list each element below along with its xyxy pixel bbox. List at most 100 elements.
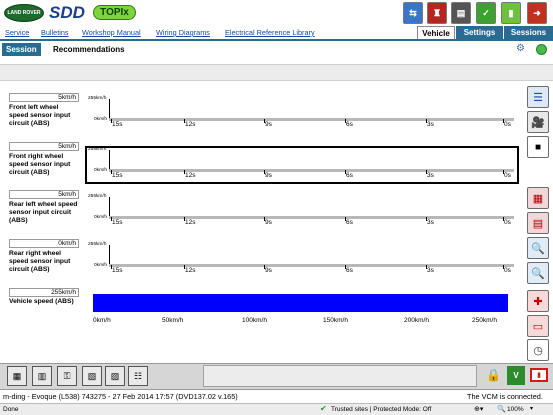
signal-value: 5km/h [9, 142, 79, 151]
land-rover-logo: LAND ROVER [4, 4, 44, 22]
signal-name[interactable]: Rear left wheel speed sensor input circu… [9, 201, 79, 225]
tab-settings[interactable]: Settings [456, 26, 503, 39]
signal-name[interactable]: Front left wheel speed sensor input circ… [9, 104, 79, 128]
time-tick-label: 9s [265, 172, 272, 179]
vehicle-icon[interactable]: ▭ [527, 315, 549, 337]
battery-status-icon[interactable]: ▮ [530, 368, 548, 382]
security-zone: Trusted sites | Protected Mode: Off [331, 406, 432, 413]
tab-sessions[interactable]: Sessions [504, 26, 553, 39]
checklist-icon[interactable]: ✓ [476, 2, 496, 24]
key-icon[interactable]: ⚿ [57, 366, 77, 386]
time-tick-label: 12s [185, 121, 196, 128]
tools-drawer-icon[interactable]: ▤ [451, 2, 471, 24]
time-tick-label: 15s [112, 121, 123, 128]
x-axis-line [109, 216, 514, 219]
tab-session[interactable]: Session [2, 43, 41, 56]
vehicle-network-icon[interactable]: ⇆ [403, 2, 423, 24]
signal-plot[interactable] [85, 241, 519, 279]
keypad-icon[interactable]: ▦ [527, 187, 549, 209]
y-axis-max-label: 255km/h [88, 242, 107, 247]
time-tick-label: 3s [427, 121, 434, 128]
signal-name[interactable]: Front right wheel speed sensor input cir… [9, 153, 79, 177]
vehicle-status-bar: m-ding - Evoque (L538) 743275 - 27 Feb 2… [0, 389, 553, 403]
y-axis-min-label: 0km/h [94, 168, 108, 173]
speed-tick-label: 200km/h [404, 317, 429, 324]
refresh-icon[interactable] [536, 44, 547, 55]
camera-icon[interactable]: 🎥 [527, 111, 549, 133]
topix-logo[interactable]: TOPIx [93, 5, 136, 20]
car-person-icon[interactable]: ♜ [427, 2, 447, 24]
speed-tick-label: 100km/h [242, 317, 267, 324]
vehicle-info: m-ding - Evoque (L538) 743275 - 27 Feb 2… [3, 392, 238, 401]
ecu-icon[interactable]: ▥ [32, 366, 52, 386]
chevron-down-icon[interactable]: ▾ [530, 405, 533, 412]
zoom-level[interactable]: 100% [507, 406, 524, 413]
time-tick-label: 12s [185, 219, 196, 226]
scope-icon[interactable]: ▨ [105, 366, 125, 386]
padlock-icon[interactable]: 🔒 [486, 368, 501, 382]
vehicle-speed-name[interactable]: Vehicle speed (ABS) [9, 298, 79, 306]
time-tick-label: 6s [346, 121, 353, 128]
signal-plot-selected[interactable] [85, 146, 519, 184]
time-tick-label: 3s [427, 172, 434, 179]
y-axis-max-label: 255km/h [88, 96, 107, 101]
time-tick-label: 9s [265, 219, 272, 226]
check-icon: ✔ [320, 404, 327, 413]
time-tick-label: 0s [504, 172, 511, 179]
network-settings-icon[interactable]: ⚙ [516, 43, 530, 56]
memory-icon[interactable]: ▤ [527, 212, 549, 234]
battery-icon[interactable]: ▮ [501, 2, 521, 24]
time-tick-label: 6s [346, 172, 353, 179]
tab-recommendations[interactable]: Recommendations [49, 43, 129, 56]
vci-icon[interactable]: V [507, 366, 525, 385]
time-tick-label: 12s [185, 267, 196, 274]
time-tick-label: 6s [346, 267, 353, 274]
time-tick-label: 3s [427, 267, 434, 274]
zoom-out-icon[interactable]: 🔍 [527, 262, 549, 284]
signal-plot[interactable] [85, 95, 519, 133]
menu-link-bulletins[interactable]: Bulletins [41, 28, 69, 37]
time-tick-label: 9s [265, 121, 272, 128]
add-trace-icon[interactable]: ✚ [527, 290, 549, 312]
zoom-in-icon[interactable]: 🔍 [527, 237, 549, 259]
menu-link-service[interactable]: Service [5, 28, 29, 37]
network-config-icon[interactable]: ▦ [7, 366, 27, 386]
menu-link-wiring-diagrams[interactable]: Wiring Diagrams [156, 28, 210, 37]
connection-status: The VCM is connected. [467, 392, 543, 401]
signal-value: 5km/h [9, 190, 79, 199]
time-tick-label: 15s [112, 267, 123, 274]
x-axis-line [109, 118, 514, 121]
x-axis-line [109, 264, 514, 267]
vehicle-speed-bar-track[interactable] [93, 294, 508, 312]
time-tick-label: 12s [185, 172, 196, 179]
time-tick-label: 0s [504, 267, 511, 274]
message-area [203, 365, 477, 387]
time-tick-label: 6s [346, 219, 353, 226]
speed-tick-label: 250km/h [472, 317, 497, 324]
speed-tick-label: 150km/h [323, 317, 348, 324]
time-tick-label: 9s [265, 267, 272, 274]
time-tick-label: 3s [427, 219, 434, 226]
signal-name[interactable]: Rear right wheel speed sensor input circ… [9, 250, 79, 274]
list-icon[interactable]: ☰ [527, 86, 549, 108]
sdd-logo: SDD [49, 3, 85, 22]
zoom-icon[interactable]: 🔍 [497, 405, 506, 413]
time-icon[interactable]: ◷ [527, 339, 549, 361]
time-tick-label: 15s [112, 219, 123, 226]
zone-globe-icon[interactable]: ⊕▾ [474, 405, 483, 413]
signal-value: 5km/h [9, 93, 79, 102]
y-axis-max-label: 255km/h [88, 194, 107, 199]
speed-tick-label: 0km/h [93, 317, 111, 324]
menu-link-workshop-manual[interactable]: Workshop Manual [82, 28, 141, 37]
readout-icon[interactable]: ▧ [82, 366, 102, 386]
browser-status-text: Done [3, 406, 19, 413]
signal-plot[interactable] [85, 193, 519, 231]
stop-icon[interactable]: ■ [527, 136, 549, 158]
y-axis-min-label: 0km/h [94, 117, 108, 122]
exit-door-icon[interactable]: ➜ [527, 2, 547, 24]
vehicle-speed-bar-fill [93, 294, 508, 312]
people-icon[interactable]: ☷ [128, 366, 148, 386]
tab-vehicle[interactable]: Vehicle [417, 26, 455, 39]
menu-link-electrical-reference-library[interactable]: Electrical Reference Library [225, 28, 315, 37]
x-axis-line [109, 169, 514, 172]
